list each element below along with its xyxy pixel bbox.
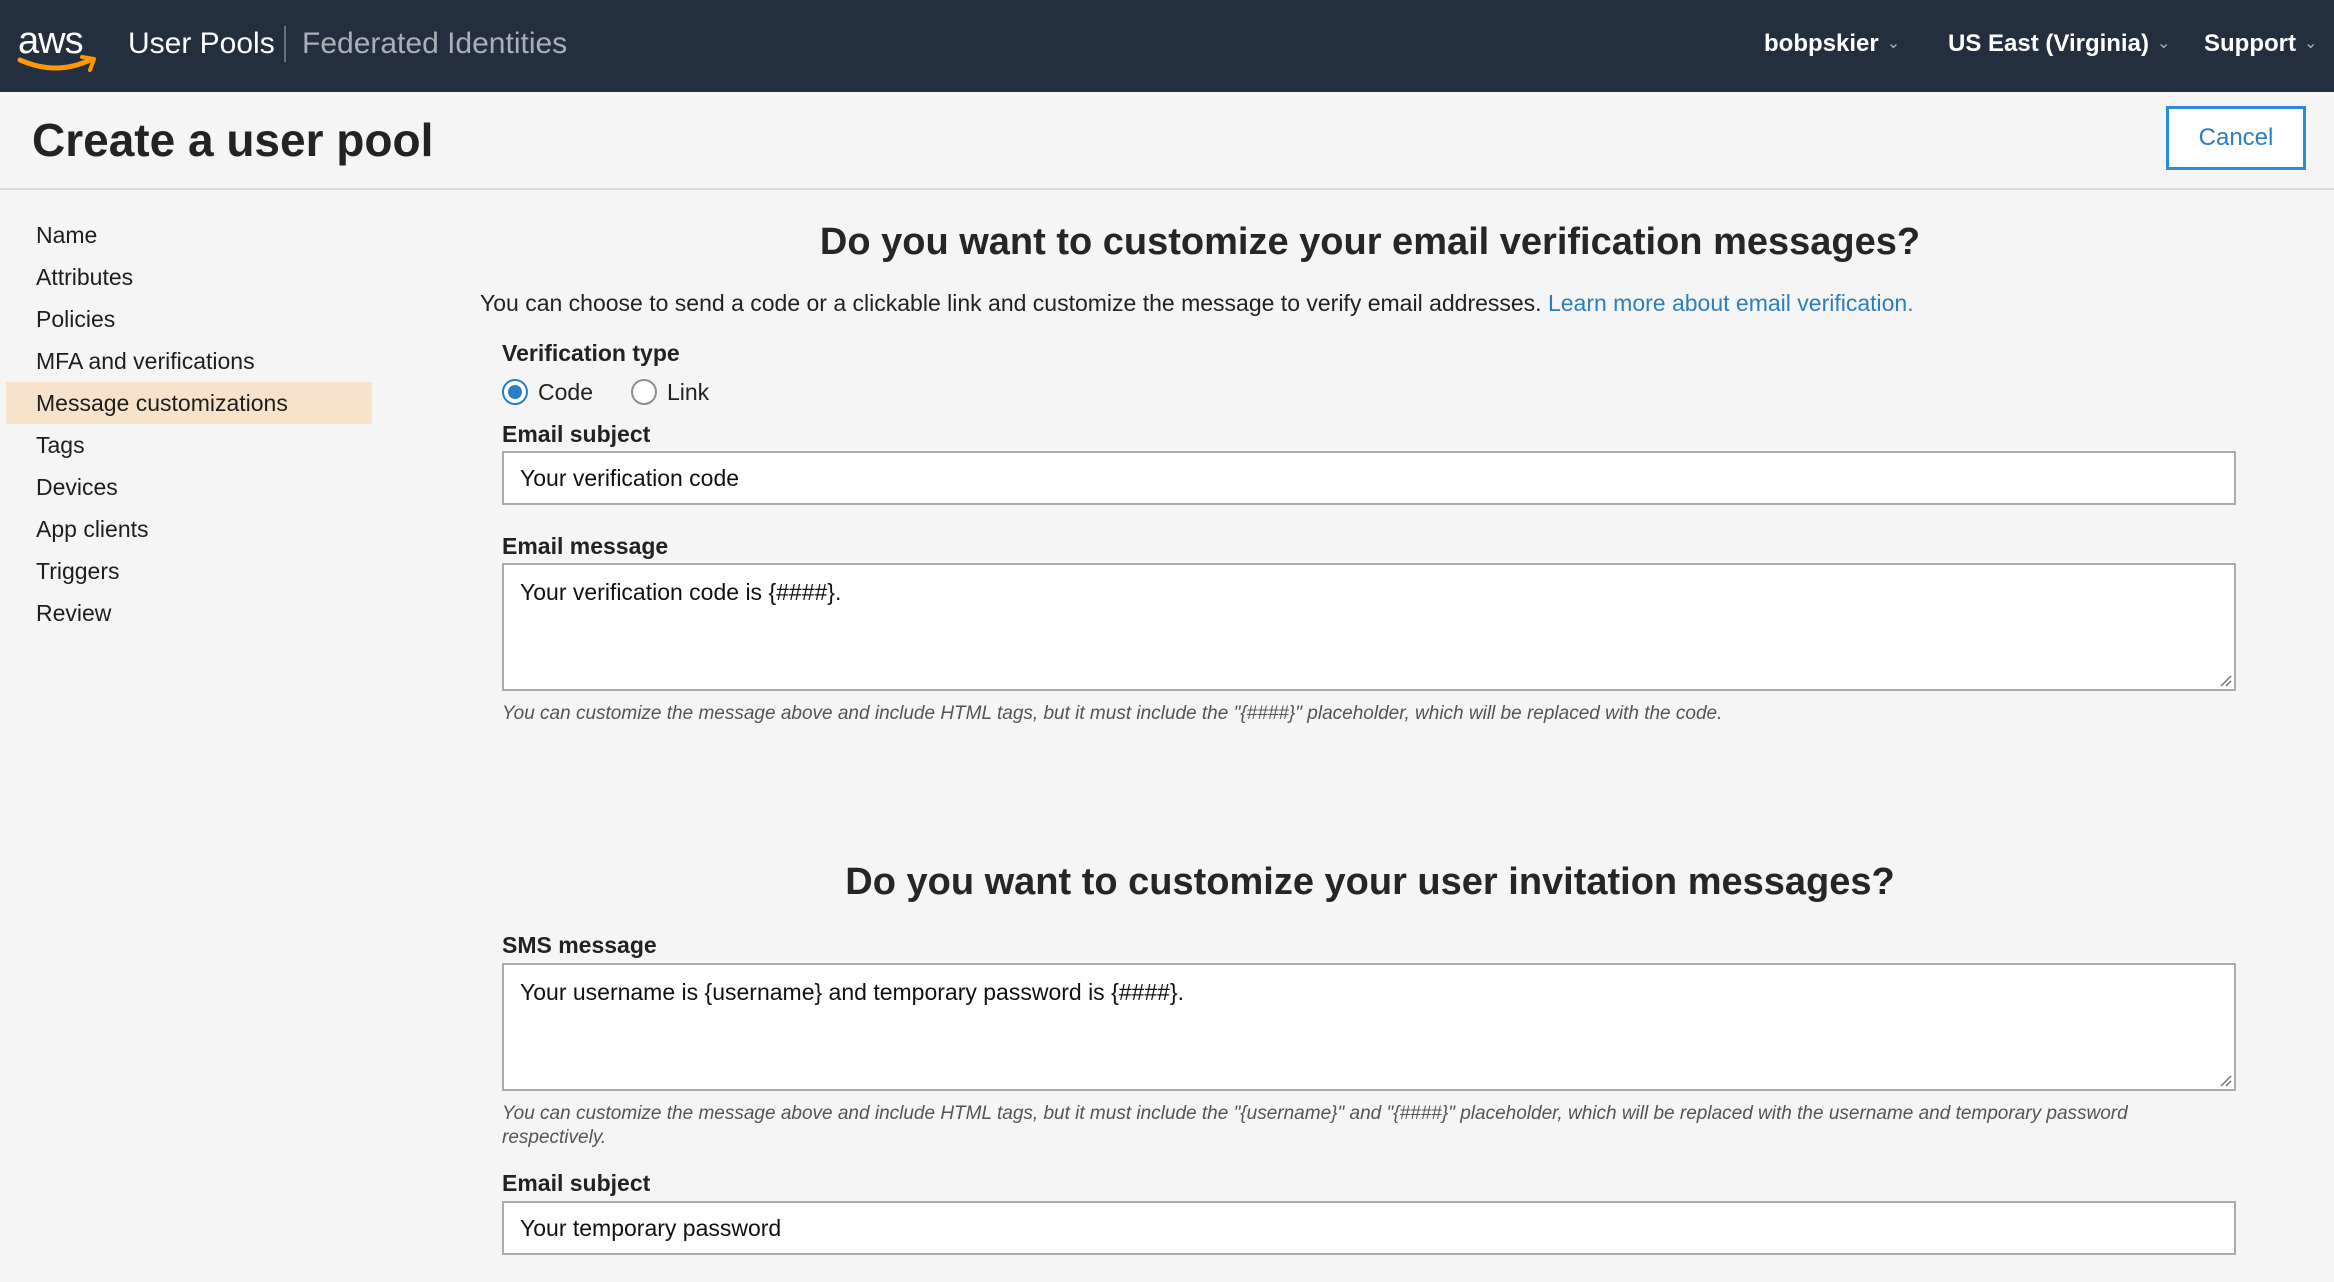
sms-message-label: SMS message [502, 932, 657, 958]
sidebar-item-attributes[interactable]: Attributes [6, 256, 372, 298]
email-verification-heading: Do you want to customize your email veri… [819, 221, 1921, 263]
sidebar-item-message-customizations[interactable]: Message customizations [6, 382, 372, 424]
sidebar-item-app-clients[interactable]: App clients [6, 508, 372, 550]
sms-message-value: Your username is {username} and temporar… [520, 979, 1184, 1005]
chevron-down-icon: ⌄ [2303, 35, 2318, 52]
resize-grip-icon[interactable] [2216, 1071, 2232, 1087]
sms-message-help: You can customize the message above and … [502, 1103, 2128, 1148]
learn-more-link[interactable]: Learn more about email verification. [1548, 290, 1914, 316]
top-navigation: aws User Pools Federated Identities bobp… [0, 0, 2334, 92]
code-radio-label[interactable]: Code [538, 379, 593, 406]
cancel-button[interactable]: Cancel [2166, 106, 2306, 170]
user-invitation-heading: Do you want to customize your user invit… [845, 861, 1895, 903]
invitation-email-subject-label: Email subject [502, 1170, 651, 1196]
account-name: bobpskier [1764, 30, 1879, 57]
sidebar-item-mfa[interactable]: MFA and verifications [6, 340, 372, 382]
email-message-label: Email message [502, 533, 669, 559]
account-menu[interactable]: bobpskier ⌄ [1764, 24, 1900, 64]
sidebar-item-devices[interactable]: Devices [6, 466, 372, 508]
email-verification-intro: You can choose to send a code or a click… [480, 286, 1914, 320]
nav-divider [284, 26, 286, 62]
sidebar-item-policies[interactable]: Policies [6, 298, 372, 340]
link-radio-label[interactable]: Link [667, 379, 709, 406]
support-label: Support [2204, 30, 2296, 57]
page-title: Create a user pool [32, 114, 434, 166]
aws-smile-icon [17, 55, 96, 72]
chevron-down-icon: ⌄ [2156, 35, 2171, 52]
email-message-help: You can customize the message above and … [502, 703, 1723, 724]
sidebar-item-triggers[interactable]: Triggers [6, 550, 372, 592]
aws-logo[interactable]: aws [16, 20, 100, 76]
verification-type-radio-group: Code Link [502, 376, 747, 408]
email-subject-label: Email subject [502, 421, 651, 447]
code-radio[interactable] [502, 379, 528, 405]
chevron-down-icon: ⌄ [1886, 35, 1901, 52]
verification-type-label: Verification type [502, 340, 680, 366]
region-menu[interactable]: US East (Virginia) ⌄ [1948, 24, 2170, 64]
page-header: Create a user pool Cancel [0, 92, 2334, 190]
sidebar-item-name[interactable]: Name [6, 214, 372, 256]
nav-federated-identities[interactable]: Federated Identities [302, 24, 567, 64]
support-menu[interactable]: Support ⌄ [2204, 24, 2317, 64]
email-message-textarea[interactable]: Your verification code is {####}. [502, 563, 2236, 691]
sidebar-item-review[interactable]: Review [6, 592, 372, 634]
sms-message-textarea[interactable]: Your username is {username} and temporar… [502, 963, 2236, 1091]
nav-user-pools[interactable]: User Pools [128, 24, 275, 64]
region-name: US East (Virginia) [1948, 30, 2149, 57]
email-message-value: Your verification code is {####}. [520, 579, 842, 605]
sidebar-item-tags[interactable]: Tags [6, 424, 372, 466]
intro-text: You can choose to send a code or a click… [480, 290, 1542, 316]
invitation-email-subject-input[interactable]: Your temporary password [502, 1201, 2236, 1255]
link-radio[interactable] [630, 379, 657, 405]
resize-grip-icon[interactable] [2216, 671, 2232, 687]
email-subject-input[interactable]: Your verification code [502, 451, 2236, 505]
